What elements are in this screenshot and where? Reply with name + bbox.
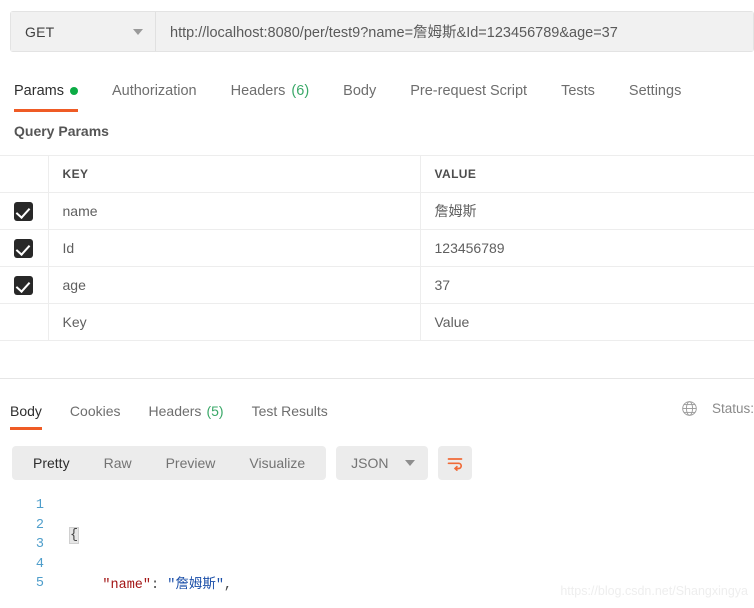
chevron-down-icon xyxy=(404,460,415,466)
http-method-select[interactable]: GET xyxy=(11,12,156,51)
view-mode-visualize[interactable]: Visualize xyxy=(232,446,322,480)
response-tab-test-results[interactable]: Test Results xyxy=(252,396,328,426)
chevron-down-icon xyxy=(133,28,143,35)
response-tab-headers[interactable]: Headers (5) xyxy=(149,396,224,426)
tab-headers-label: Headers xyxy=(230,83,286,99)
tab-params[interactable]: Params xyxy=(14,72,78,112)
json-key-name: "name" xyxy=(102,577,152,593)
response-format-label: JSON xyxy=(351,455,389,471)
response-status-label: Status: xyxy=(711,401,754,416)
new-param-value-input[interactable]: Value xyxy=(420,303,754,341)
tab-tests-label: Tests xyxy=(561,83,595,99)
line-number: 3 xyxy=(35,537,44,552)
view-mode-pretty[interactable]: Pretty xyxy=(16,446,87,480)
tab-pre-request-script-label: Pre-request Script xyxy=(410,83,528,99)
wrap-lines-icon xyxy=(447,458,462,471)
tab-settings[interactable]: Settings xyxy=(629,72,681,108)
request-tabs: Params Authorization Headers (6) Body Pr… xyxy=(0,72,754,112)
tab-authorization[interactable]: Authorization xyxy=(112,72,197,108)
tab-tests[interactable]: Tests xyxy=(561,72,595,108)
param-key-cell[interactable]: Id xyxy=(48,229,421,267)
select-all-header xyxy=(0,155,49,193)
response-format-select[interactable]: JSON xyxy=(336,446,428,480)
tab-headers-count: (6) xyxy=(291,83,310,99)
param-key-cell[interactable]: name xyxy=(48,192,421,230)
table-header-row: KEY VALUE xyxy=(0,155,754,193)
pane-divider[interactable] xyxy=(0,378,754,379)
json-colon: : xyxy=(151,577,168,593)
view-mode-preview[interactable]: Preview xyxy=(149,446,233,480)
param-key-cell[interactable]: age xyxy=(48,266,421,304)
params-active-dot-icon xyxy=(69,87,78,95)
response-tab-cookies[interactable]: Cookies xyxy=(70,396,121,426)
tab-body[interactable]: Body xyxy=(343,72,376,108)
http-method-label: GET xyxy=(25,23,55,40)
checkbox-checked-icon[interactable] xyxy=(14,238,34,258)
request-url-bar: GET http://localhost:8080/per/test9?name… xyxy=(10,11,754,52)
param-value-cell[interactable]: 37 xyxy=(420,266,754,304)
row-checkbox-cell[interactable] xyxy=(0,192,49,230)
query-params-title: Query Params xyxy=(14,123,109,139)
json-value-name: "詹姆斯" xyxy=(167,577,224,593)
table-row: age 37 xyxy=(0,266,754,304)
code-line-1: { xyxy=(68,526,754,546)
new-param-key-input[interactable]: Key xyxy=(48,303,421,341)
query-params-table: KEY VALUE name 詹姆斯 Id 123456789 age 37 K… xyxy=(0,155,754,341)
line-number: 2 xyxy=(35,517,44,533)
response-view-mode-group: Pretty Raw Preview Visualize xyxy=(12,446,327,480)
table-row: Id 123456789 xyxy=(0,229,754,267)
response-tabs: Body Cookies Headers (5) Test Results xyxy=(0,396,754,430)
response-tab-headers-label: Headers xyxy=(148,403,202,419)
response-tab-headers-count: (5) xyxy=(206,403,224,419)
checkbox-checked-icon[interactable] xyxy=(14,201,34,221)
wrap-lines-button[interactable] xyxy=(437,446,472,480)
row-checkbox-cell[interactable] xyxy=(0,229,49,267)
line-number: 1 xyxy=(35,498,44,513)
response-tab-body[interactable]: Body xyxy=(10,396,42,430)
row-checkbox-cell[interactable] xyxy=(0,266,49,304)
request-url-input[interactable]: http://localhost:8080/per/test9?name=詹姆斯… xyxy=(156,12,753,51)
row-checkbox-cell-empty[interactable] xyxy=(0,303,49,341)
line-number-gutter: 1 2 3 4 5 xyxy=(0,496,58,608)
json-comma: , xyxy=(223,577,233,593)
response-tab-body-label: Body xyxy=(10,403,42,419)
response-tab-test-results-label: Test Results xyxy=(251,403,328,419)
globe-icon[interactable] xyxy=(681,400,698,417)
response-tab-cookies-label: Cookies xyxy=(69,403,121,419)
tab-headers[interactable]: Headers (6) xyxy=(231,72,310,108)
param-value-cell[interactable]: 詹姆斯 xyxy=(420,192,754,230)
table-row: name 詹姆斯 xyxy=(0,192,754,230)
checkbox-checked-icon[interactable] xyxy=(14,275,34,295)
response-meta: Status: xyxy=(681,400,754,417)
json-open-brace: { xyxy=(68,527,80,544)
line-number: 4 xyxy=(35,556,44,572)
tab-authorization-label: Authorization xyxy=(111,83,197,99)
table-row-empty: Key Value xyxy=(0,303,754,341)
view-mode-raw[interactable]: Raw xyxy=(87,446,149,480)
checkbox-unchecked-icon[interactable] xyxy=(14,313,33,332)
response-view-toolbar: Pretty Raw Preview Visualize JSON xyxy=(12,446,472,480)
tab-pre-request-script[interactable]: Pre-request Script xyxy=(410,72,527,108)
column-header-key: KEY xyxy=(48,155,421,193)
tab-settings-label: Settings xyxy=(628,83,682,99)
param-value-cell[interactable]: 123456789 xyxy=(420,229,754,267)
tab-params-label: Params xyxy=(14,83,64,99)
watermark-text: https://blog.csdn.net/Shangxingya xyxy=(560,584,748,598)
line-number: 5 xyxy=(35,576,44,591)
column-header-value: VALUE xyxy=(420,155,754,193)
tab-body-label: Body xyxy=(343,83,377,99)
